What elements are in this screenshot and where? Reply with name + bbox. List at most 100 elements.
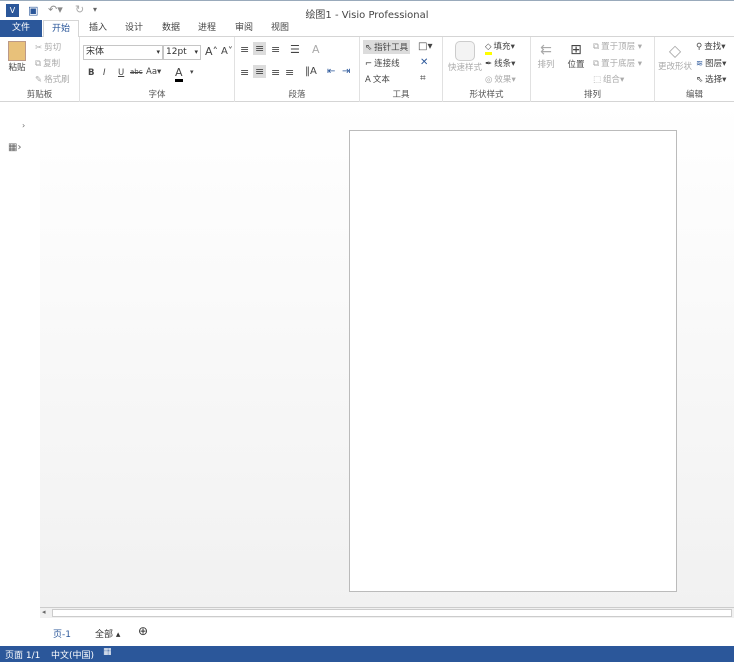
all-pages-button[interactable]: 全部 ▴ [95, 627, 120, 640]
paste-button[interactable]: 粘贴 [6, 41, 28, 73]
change-shape-button[interactable]: ◇ 更改形状 [657, 41, 693, 72]
align-bottom-icon[interactable]: ≡ [271, 43, 280, 56]
language-status[interactable]: 中文(中国) [51, 648, 94, 661]
connector-label: 连接线 [374, 59, 400, 69]
shapes-pane-collapsed: › ▦› [0, 102, 40, 607]
group-label: 排列 [583, 90, 601, 100]
group-editing: ◇ 更改形状 ⚲ 查找▾ ≋ 图层▾ ⇖ 选择▾ 编辑 [655, 37, 734, 102]
layers-button[interactable]: ≋ 图层▾ [696, 57, 726, 69]
line-button[interactable]: ✒ 线条▾ [485, 57, 515, 69]
fill-label: 填充 [493, 42, 511, 52]
font-size-select[interactable]: 12pt ▾ [163, 45, 201, 60]
group-label: 工具 [392, 90, 410, 100]
bring-to-front-button[interactable]: ⧉ 置于顶层 ▾ [593, 40, 642, 52]
underline-icon[interactable]: U [118, 68, 124, 78]
line-label: 线条 [494, 59, 512, 69]
group-button[interactable]: ⬚ 组合▾ [593, 73, 624, 85]
effects-icon: ◎ [485, 75, 493, 85]
find-label: 查找 [704, 42, 722, 52]
expand-pane-icon[interactable]: › [22, 121, 25, 130]
group-label: 字体 [148, 90, 166, 100]
find-button[interactable]: ⚲ 查找▾ [696, 40, 726, 52]
justify-icon[interactable]: ≡ [285, 66, 294, 79]
select-label: 选择 [705, 75, 723, 85]
group-icon: ⬚ [593, 75, 602, 85]
text-direction-icon[interactable]: ‖A [305, 66, 317, 77]
arrange-button[interactable]: ⇇ 排列 [535, 42, 557, 70]
connector-icon: ⌐ [365, 59, 373, 69]
align-top-icon[interactable]: ≡ [240, 43, 249, 56]
pointer-tool-button[interactable]: ⇖ 指针工具 [363, 40, 411, 54]
cut-button[interactable]: ✂ 剪切 [35, 41, 61, 53]
font-name-value: 宋体 [86, 47, 105, 57]
tab-insert[interactable]: 插入 [82, 20, 114, 37]
drawing-page[interactable] [349, 130, 677, 592]
select-pointer-icon: ⇖ [696, 75, 704, 85]
connector-button[interactable]: ⌐ 连接线 [365, 57, 400, 69]
crop-icon[interactable]: ⌗ [420, 73, 426, 84]
tab-review[interactable]: 审阅 [228, 20, 260, 37]
format-painter-button[interactable]: ✎ 格式刷 [35, 73, 70, 85]
add-page-icon[interactable]: ⊕ [138, 624, 148, 638]
tab-file[interactable]: 文件 [0, 20, 42, 37]
page-tab-1[interactable]: 页-1 [53, 627, 71, 640]
arrange-icon: ⇇ [540, 42, 552, 58]
tab-design[interactable]: 设计 [118, 20, 150, 37]
layers-label: 图层 [705, 59, 723, 69]
text-tool-button[interactable]: A 文本 [365, 73, 390, 85]
decrease-indent-icon[interactable]: ⇤ [327, 66, 335, 77]
tab-process[interactable]: 进程 [191, 20, 223, 37]
group-shape-styles: 快速样式 ◇ 填充▾ ✒ 线条▾ ◎ 效果▾ 形状样式 [443, 37, 531, 102]
send-to-back-button[interactable]: ⧉ 置于底层 ▾ [593, 57, 642, 69]
align-center-icon[interactable]: ≡ [253, 65, 267, 78]
scroll-left-icon[interactable]: ◂ [42, 608, 46, 616]
cut-label: 剪切 [44, 43, 62, 53]
group-arrange: ⇇ 排列 ⊞ 位置 ⧉ 置于顶层 ▾ ⧉ 置于底层 ▾ ⬚ 组合▾ 排列 [531, 37, 655, 102]
copy-label: 复制 [43, 59, 61, 69]
text-tool-label: 文本 [372, 75, 390, 85]
increase-indent-icon[interactable]: ⇥ [342, 66, 350, 77]
italic-icon[interactable]: I [103, 68, 106, 78]
group-font: 宋体 ▾ 12pt ▾ A˄ A˅ B I U abc Aa▾ A ▾ 字体 [80, 37, 235, 102]
copy-button[interactable]: ⧉ 复制 [35, 57, 60, 69]
font-color-dropdown-icon[interactable]: ▾ [190, 68, 194, 76]
group-tools: ⇖ 指针工具 ⌐ 连接线 A 文本 □▾ ✕ ⌗ 工具 [360, 37, 443, 102]
page-number-status[interactable]: 页面 1/1 [5, 648, 40, 661]
bullets-icon[interactable]: ☰ [290, 43, 300, 56]
window-title: 绘图1 - Visio Professional [305, 10, 429, 21]
layers-icon: ≋ [696, 59, 704, 69]
scrollbar-thumb[interactable] [52, 609, 732, 617]
group-clipboard: 粘贴 ✂ 剪切 ⧉ 复制 ✎ 格式刷 剪贴板 [0, 37, 80, 102]
align-left-icon[interactable]: ≡ [240, 66, 249, 79]
strikethrough-icon[interactable]: abc [130, 68, 143, 76]
shapes-icon[interactable]: ▦› [8, 142, 21, 153]
text-icon: A [365, 75, 371, 85]
close-icon[interactable]: ✕ [420, 57, 428, 68]
horizontal-scrollbar[interactable]: ◂ [40, 607, 734, 618]
bring-front-icon: ⧉ [593, 42, 600, 52]
rectangle-icon[interactable]: □▾ [418, 41, 432, 52]
quick-styles-button[interactable]: 快速样式 [446, 41, 484, 73]
tab-data[interactable]: 数据 [155, 20, 187, 37]
text-rotate-icon[interactable]: A [312, 43, 320, 56]
group-label-text: 组合 [603, 75, 621, 85]
group-label: 编辑 [685, 90, 703, 100]
group-label: 剪贴板 [26, 90, 53, 100]
change-case-icon[interactable]: Aa▾ [146, 67, 161, 77]
page-tabs-bar: 页-1 全部 ▴ ⊕ [0, 618, 734, 646]
quick-styles-icon [455, 41, 475, 61]
tab-home[interactable]: 开始 [43, 20, 79, 38]
font-color-icon[interactable]: A [175, 66, 183, 82]
position-button[interactable]: ⊞ 位置 [563, 42, 589, 70]
select-button[interactable]: ⇖ 选择▾ [696, 73, 726, 85]
tab-view[interactable]: 视图 [264, 20, 296, 37]
macro-record-icon[interactable]: ▦ [103, 647, 112, 657]
align-middle-icon[interactable]: ≡ [253, 42, 267, 55]
effects-button[interactable]: ◎ 效果▾ [485, 73, 516, 85]
font-name-select[interactable]: 宋体 ▾ [83, 45, 163, 60]
fill-button[interactable]: ◇ 填充▾ [485, 40, 515, 55]
bold-icon[interactable]: B [88, 68, 94, 78]
align-right-icon[interactable]: ≡ [271, 66, 280, 79]
grow-font-icon[interactable]: A˄ [205, 45, 218, 58]
shrink-font-icon[interactable]: A˅ [221, 46, 233, 57]
